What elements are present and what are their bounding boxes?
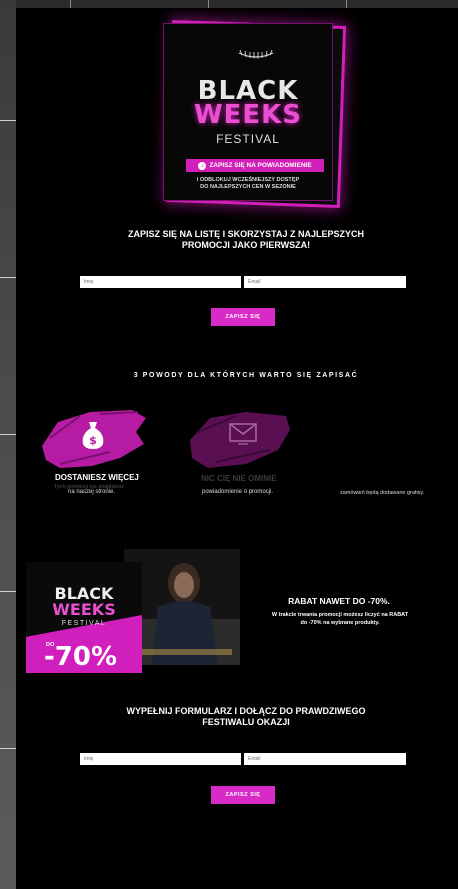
signup-heading: ZAPISZ SIĘ NA LISTĘ I SKORZYSTAJ Z NAJLE…	[76, 229, 416, 251]
eyelashes-icon	[238, 49, 274, 59]
promo-card-weeks: WEEKS	[52, 600, 116, 619]
promo-text-line2: do -70% na wybrane produkty.	[300, 620, 380, 626]
gutter-divider	[0, 277, 16, 278]
reason-title-1: DOSTANIESZ WIĘCEJ	[55, 473, 139, 482]
reason-title-2: NIC CIĘ NIE OMINIE	[201, 474, 277, 483]
signup-heading-line1: ZAPISZ SIĘ NA LISTĘ I SKORZYSTAJ Z NAJLE…	[127, 229, 365, 239]
gutter-divider	[0, 591, 16, 592]
hero-title-weeks: WEEKS	[193, 100, 303, 130]
envelope-icon	[229, 423, 257, 445]
promo-text-line1: W trakcie trwania promocji możesz liczyć…	[271, 612, 409, 618]
promo-card: BLACK WEEKS FESTIVAL DO -70%	[26, 562, 142, 673]
reason-text-1: na naszej stronie.	[68, 489, 116, 495]
email-field[interactable]	[244, 276, 406, 288]
reason-text-3: zamówień będą dodawane gratisy.	[340, 490, 425, 496]
notify-button-label: ZAPISZ SIĘ NA POWIADOMIENIE	[209, 162, 312, 169]
name-field-2[interactable]	[80, 753, 241, 765]
notify-button[interactable]: ♪ ZAPISZ SIĘ NA POWIADOMIENIE	[186, 159, 324, 172]
hero-note-line1: I ODBLOKUJ WCZEŚNIEJSZY DOSTĘP	[196, 177, 300, 183]
bell-icon: ♪	[198, 161, 207, 170]
gutter-divider	[0, 120, 16, 121]
gutter-divider	[0, 748, 16, 749]
signup2-heading-line1: WYPEŁNIJ FORMULARZ I DOŁĄCZ DO PRAWDZIWE…	[126, 706, 366, 716]
signup2-heading: WYPEŁNIJ FORMULARZ I DOŁĄCZ DO PRAWDZIWE…	[76, 706, 416, 728]
gutter-divider	[0, 434, 16, 435]
landing-page: BLACK WEEKS FESTIVAL ♪ ZAPISZ SIĘ NA POW…	[16, 8, 458, 889]
top-strip-divider	[208, 0, 209, 8]
top-strip	[16, 0, 458, 8]
svg-text:$: $	[89, 434, 97, 447]
reasons-heading: 3 POWODY DLA KTÓRYCH WARTO SIĘ ZAPISAĆ	[133, 372, 359, 379]
hero-banner: BLACK WEEKS FESTIVAL ♪ ZAPISZ SIĘ NA POW…	[163, 23, 333, 201]
email-field-2[interactable]	[244, 753, 406, 765]
hero-note: I ODBLOKUJ WCZEŚNIEJSZY DOSTĘP DO NAJLEP…	[174, 177, 322, 191]
top-strip-divider	[70, 0, 71, 8]
promo-text: W trakcie trwania promocji możesz liczyć…	[270, 611, 410, 627]
signup-submit-button[interactable]: ZAPISZ SIĘ	[211, 308, 275, 326]
signup2-submit-button[interactable]: ZAPISZ SIĘ	[211, 786, 275, 804]
signup2-heading-line2: FESTIWALU OKAZJI	[202, 717, 290, 727]
top-strip-divider	[346, 0, 347, 8]
signup-heading-line2: PROMOCJI JAKO PIERWSZA!	[181, 240, 311, 250]
hero-subtitle: FESTIVAL	[216, 132, 280, 146]
promo-card-festival: FESTIVAL	[61, 620, 107, 627]
promo-card-percent: -70%	[44, 642, 118, 672]
hero-note-line2: DO NAJLEPSZYCH CEN W SEZONIE	[200, 184, 296, 190]
reason-text-2: powiadomienie o promocji.	[202, 489, 274, 495]
promo-title: RABAT NAWET DO -70%.	[288, 596, 390, 606]
left-gutter	[0, 0, 16, 889]
money-bag-icon: $	[82, 422, 104, 449]
name-field[interactable]	[80, 276, 241, 288]
